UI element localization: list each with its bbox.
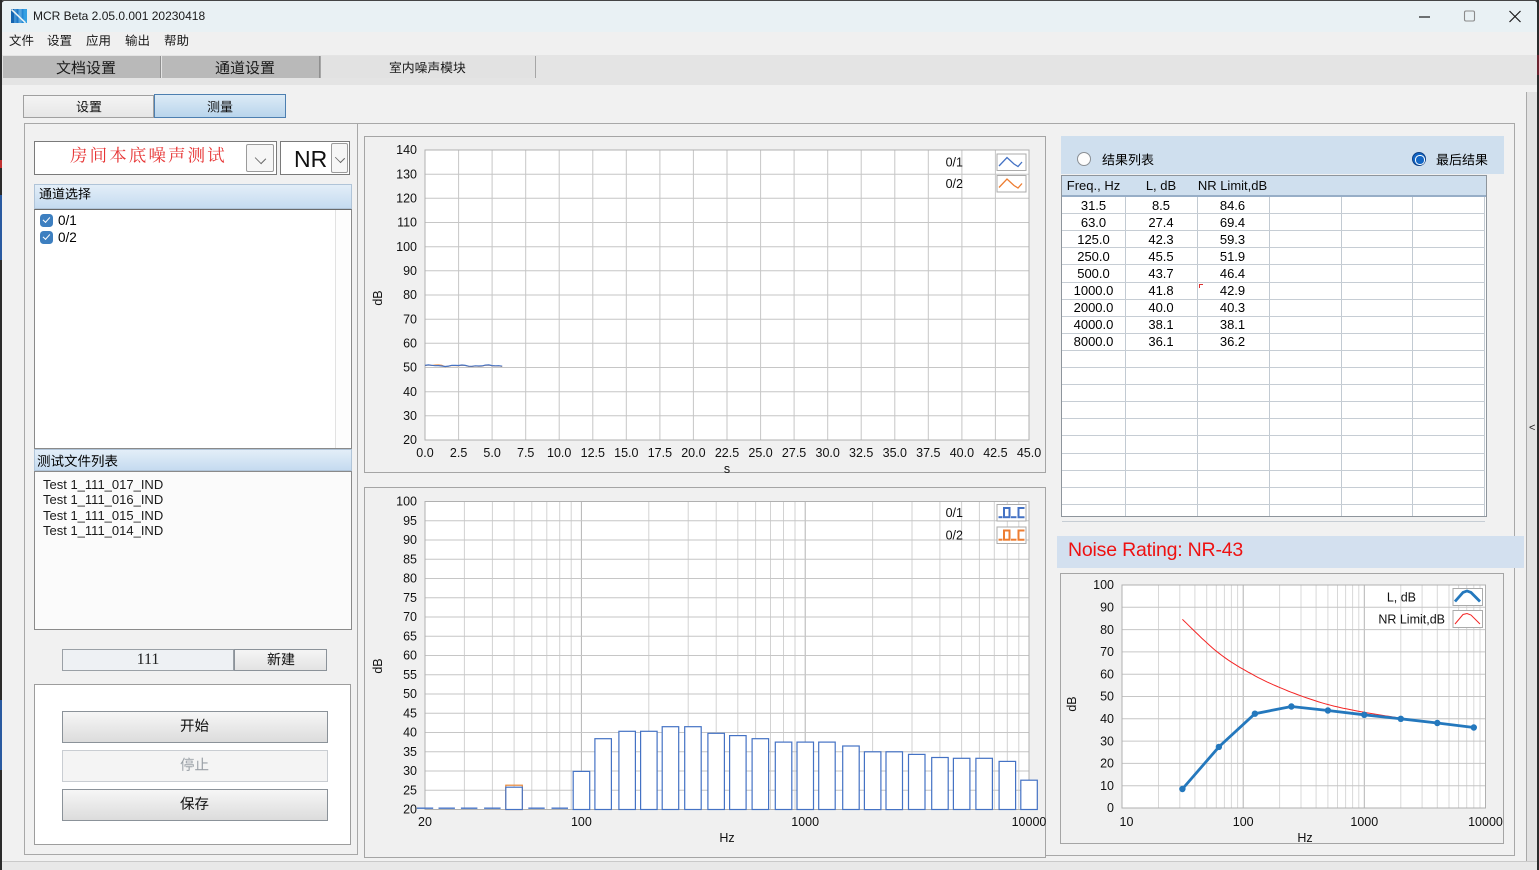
svg-text:90: 90 xyxy=(403,533,417,547)
svg-text:130: 130 xyxy=(396,167,417,181)
svg-text:Hz: Hz xyxy=(1297,831,1312,845)
svg-text:L, dB: L, dB xyxy=(1387,591,1416,605)
svg-text:0.0: 0.0 xyxy=(416,446,433,460)
svg-text:10000: 10000 xyxy=(1468,815,1503,829)
svg-text:1000: 1000 xyxy=(1350,815,1378,829)
svg-text:30: 30 xyxy=(403,764,417,778)
svg-text:10.0: 10.0 xyxy=(547,446,571,460)
svg-text:32.5: 32.5 xyxy=(849,446,873,460)
svg-text:90: 90 xyxy=(1100,601,1114,615)
svg-text:25: 25 xyxy=(403,783,417,797)
svg-text:100: 100 xyxy=(396,240,417,254)
svg-text:20: 20 xyxy=(403,433,417,447)
svg-text:2.5: 2.5 xyxy=(450,446,467,460)
svg-text:17.5: 17.5 xyxy=(648,446,672,460)
svg-text:50: 50 xyxy=(1100,690,1114,704)
svg-text:100: 100 xyxy=(396,495,417,509)
svg-text:30: 30 xyxy=(403,409,417,423)
svg-text:40: 40 xyxy=(1100,712,1114,726)
svg-text:0/2: 0/2 xyxy=(946,529,963,543)
svg-text:37.5: 37.5 xyxy=(916,446,940,460)
svg-text:65: 65 xyxy=(403,629,417,643)
svg-text:50: 50 xyxy=(403,687,417,701)
svg-text:70: 70 xyxy=(403,610,417,624)
svg-text:30.0: 30.0 xyxy=(816,446,840,460)
svg-text:100: 100 xyxy=(571,815,592,829)
svg-text:95: 95 xyxy=(403,514,417,528)
svg-text:40.0: 40.0 xyxy=(950,446,974,460)
svg-text:s: s xyxy=(724,462,730,474)
svg-text:Hz: Hz xyxy=(719,831,734,845)
svg-text:60: 60 xyxy=(403,337,417,351)
svg-text:10000: 10000 xyxy=(1012,815,1047,829)
svg-text:15.0: 15.0 xyxy=(614,446,638,460)
svg-text:42.5: 42.5 xyxy=(983,446,1007,460)
svg-text:0: 0 xyxy=(1107,801,1114,815)
svg-text:25.0: 25.0 xyxy=(748,446,772,460)
svg-text:12.5: 12.5 xyxy=(581,446,605,460)
svg-text:85: 85 xyxy=(403,553,417,567)
svg-text:80: 80 xyxy=(403,572,417,586)
svg-text:80: 80 xyxy=(403,288,417,302)
svg-text:60: 60 xyxy=(403,649,417,663)
svg-text:140: 140 xyxy=(396,143,417,157)
svg-text:35: 35 xyxy=(403,745,417,759)
svg-text:100: 100 xyxy=(1233,815,1254,829)
svg-text:120: 120 xyxy=(396,192,417,206)
svg-text:110: 110 xyxy=(397,216,417,230)
svg-text:45.0: 45.0 xyxy=(1017,446,1041,460)
svg-text:20.0: 20.0 xyxy=(681,446,705,460)
svg-text:NR Limit,dB: NR Limit,dB xyxy=(1378,613,1445,627)
svg-text:27.5: 27.5 xyxy=(782,446,806,460)
svg-text:45: 45 xyxy=(403,706,417,720)
svg-text:5.0: 5.0 xyxy=(483,446,500,460)
svg-text:20: 20 xyxy=(418,815,432,829)
svg-text:0/1: 0/1 xyxy=(946,506,963,520)
svg-text:55: 55 xyxy=(403,668,417,682)
svg-text:7.5: 7.5 xyxy=(517,446,534,460)
svg-text:100: 100 xyxy=(1093,578,1114,592)
svg-text:40: 40 xyxy=(403,385,417,399)
svg-text:dB: dB xyxy=(371,290,385,305)
svg-text:80: 80 xyxy=(1100,623,1114,637)
svg-text:90: 90 xyxy=(403,264,417,278)
svg-text:60: 60 xyxy=(1100,667,1114,681)
svg-text:75: 75 xyxy=(403,591,417,605)
svg-text:20: 20 xyxy=(403,803,417,817)
svg-text:10: 10 xyxy=(1120,815,1134,829)
svg-text:10: 10 xyxy=(1100,779,1114,793)
svg-text:70: 70 xyxy=(1100,645,1114,659)
svg-text:dB: dB xyxy=(1065,696,1079,711)
svg-text:50: 50 xyxy=(403,361,417,375)
svg-text:35.0: 35.0 xyxy=(883,446,907,460)
svg-text:40: 40 xyxy=(403,726,417,740)
svg-text:70: 70 xyxy=(403,312,417,326)
svg-text:dB: dB xyxy=(371,658,385,673)
svg-text:22.5: 22.5 xyxy=(715,446,739,460)
svg-text:20: 20 xyxy=(1100,757,1114,771)
svg-text:1000: 1000 xyxy=(791,815,819,829)
svg-text:0/1: 0/1 xyxy=(946,156,963,170)
svg-text:30: 30 xyxy=(1100,734,1114,748)
svg-text:0/2: 0/2 xyxy=(946,177,963,191)
